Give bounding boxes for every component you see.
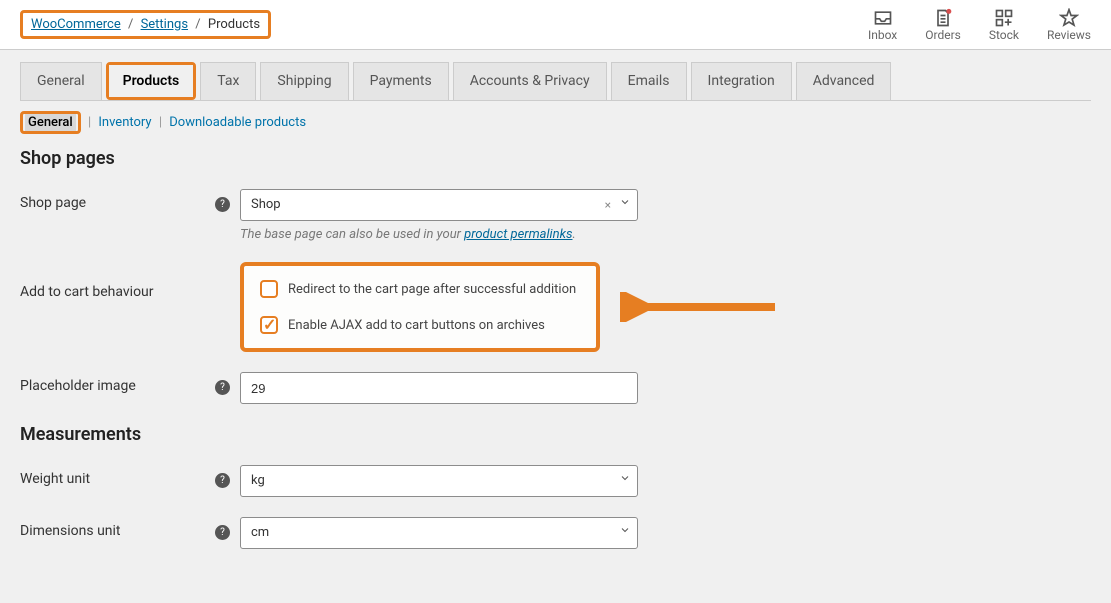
select-shop-page-value: Shop xyxy=(251,197,281,212)
tab-payments[interactable]: Payments xyxy=(353,62,449,100)
inbox-icon xyxy=(873,8,893,28)
tab-shipping[interactable]: Shipping xyxy=(260,62,348,100)
label-placeholder-text: Placeholder image xyxy=(20,378,136,394)
section-measurements: Measurements xyxy=(20,424,1091,445)
select-clear-icon[interactable]: × xyxy=(605,190,611,220)
reviews-nav[interactable]: Reviews xyxy=(1047,8,1091,42)
star-icon xyxy=(1059,8,1079,28)
control-dimensions: cm xyxy=(240,517,638,549)
breadcrumb-woocommerce[interactable]: WooCommerce xyxy=(31,17,121,32)
label-shop-page-text: Shop page xyxy=(20,195,86,211)
chevron-down-icon xyxy=(619,518,631,548)
row-dimensions-unit: Dimensions unit ? cm xyxy=(20,517,1091,549)
tab-integration[interactable]: Integration xyxy=(691,62,792,100)
help-icon[interactable]: ? xyxy=(215,380,230,395)
inbox-label: Inbox xyxy=(868,28,897,42)
check-row-redirect: Redirect to the cart page after successf… xyxy=(260,280,580,298)
inbox-nav[interactable]: Inbox xyxy=(868,8,897,42)
select-weight-value: kg xyxy=(251,473,265,488)
shop-page-desc-post: . xyxy=(572,227,575,242)
subtab-inventory[interactable]: Inventory xyxy=(98,115,151,130)
help-icon[interactable]: ? xyxy=(215,197,230,212)
control-shop-page: Shop × The base page can also be used in… xyxy=(240,189,638,242)
content-area: General Products Tax Shipping Payments A… xyxy=(0,50,1111,581)
settings-subtabs: General | Inventory | Downloadable produ… xyxy=(20,111,1091,134)
tab-tax[interactable]: Tax xyxy=(200,62,256,100)
control-weight: kg xyxy=(240,465,638,497)
select-dimensions-value: cm xyxy=(251,525,269,540)
subtab-general-active[interactable]: General xyxy=(20,111,81,134)
breadcrumb-sep: / xyxy=(195,17,200,32)
label-weight-text: Weight unit xyxy=(20,471,90,487)
breadcrumb-sep: / xyxy=(128,17,133,32)
row-placeholder-image: Placeholder image ? xyxy=(20,372,1091,404)
check-row-ajax: Enable AJAX add to cart buttons on archi… xyxy=(260,316,580,334)
settings-tabs: General Products Tax Shipping Payments A… xyxy=(20,62,1091,101)
stock-nav[interactable]: Stock xyxy=(989,8,1019,42)
select-shop-page[interactable]: Shop × xyxy=(240,189,638,221)
subtab-downloadable[interactable]: Downloadable products xyxy=(169,115,306,130)
label-shop-page: Shop page ? xyxy=(20,189,240,211)
checkbox-ajax[interactable] xyxy=(260,316,278,334)
breadcrumb-products: Products xyxy=(208,17,260,32)
annotation-arrow xyxy=(620,292,780,352)
tab-products-label: Products xyxy=(109,65,194,97)
label-add-to-cart: Add to cart behaviour xyxy=(20,262,240,300)
orders-icon xyxy=(933,8,953,28)
label-dimensions: Dimensions unit ? xyxy=(20,517,240,539)
stock-icon xyxy=(994,8,1014,28)
input-placeholder-image[interactable] xyxy=(240,372,638,404)
reviews-label: Reviews xyxy=(1047,28,1091,42)
subtab-general-label: General xyxy=(25,114,76,131)
select-dimensions-unit[interactable]: cm xyxy=(240,517,638,549)
shop-page-desc-pre: The base page can also be used in your xyxy=(240,227,464,242)
control-placeholder xyxy=(240,372,638,404)
label-dimensions-text: Dimensions unit xyxy=(20,523,121,539)
section-shop-pages: Shop pages xyxy=(20,148,1091,169)
tab-accounts[interactable]: Accounts & Privacy xyxy=(453,62,607,100)
breadcrumb-settings[interactable]: Settings xyxy=(141,17,188,32)
label-ajax: Enable AJAX add to cart buttons on archi… xyxy=(288,318,545,333)
label-add-to-cart-text: Add to cart behaviour xyxy=(20,284,154,300)
orders-label: Orders xyxy=(925,28,961,42)
row-shop-page: Shop page ? Shop × The base page can als… xyxy=(20,189,1091,242)
help-icon[interactable]: ? xyxy=(215,525,230,540)
tab-emails[interactable]: Emails xyxy=(611,62,687,100)
top-right-nav: Inbox Orders Stock Reviews xyxy=(868,8,1091,42)
top-header: WooCommerce / Settings / Products Inbox … xyxy=(0,0,1111,50)
label-weight: Weight unit ? xyxy=(20,465,240,487)
tab-advanced[interactable]: Advanced xyxy=(796,62,892,100)
select-weight-unit[interactable]: kg xyxy=(240,465,638,497)
breadcrumb: WooCommerce / Settings / Products xyxy=(20,10,271,39)
label-redirect: Redirect to the cart page after successf… xyxy=(288,282,576,297)
tab-products-active[interactable]: Products xyxy=(106,62,197,100)
stock-label: Stock xyxy=(989,28,1019,42)
subtab-sep: | xyxy=(159,115,162,130)
help-icon[interactable]: ? xyxy=(215,473,230,488)
add-to-cart-highlight-box: Redirect to the cart page after successf… xyxy=(240,262,600,352)
row-add-to-cart: Add to cart behaviour Redirect to the ca… xyxy=(20,262,1091,352)
chevron-down-icon xyxy=(619,466,631,496)
product-permalinks-link[interactable]: product permalinks xyxy=(464,227,572,242)
row-weight-unit: Weight unit ? kg xyxy=(20,465,1091,497)
checkbox-redirect[interactable] xyxy=(260,280,278,298)
subtab-sep: | xyxy=(88,115,91,130)
shop-page-desc: The base page can also be used in your p… xyxy=(240,227,638,242)
orders-nav[interactable]: Orders xyxy=(925,8,961,42)
tab-general[interactable]: General xyxy=(20,62,102,100)
label-placeholder: Placeholder image ? xyxy=(20,372,240,394)
control-add-to-cart: Redirect to the cart page after successf… xyxy=(240,262,780,352)
chevron-down-icon xyxy=(619,190,631,220)
